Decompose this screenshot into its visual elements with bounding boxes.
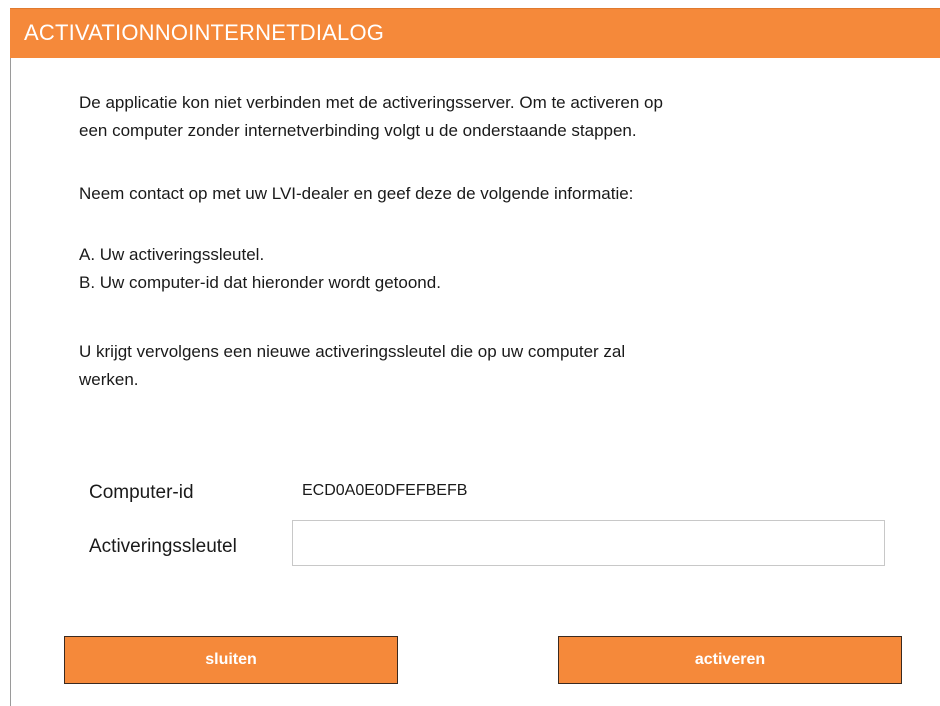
contact-text: Neem contact op met uw LVI-dealer en gee…	[79, 184, 634, 203]
computer-id-label: Computer-id	[89, 482, 194, 503]
instruction-item-a: A. Uw activeringssleutel.	[79, 245, 265, 264]
activation-dialog: ACTIVATIONNOINTERNETDIALOG De applicatie…	[0, 0, 940, 706]
close-button[interactable]: sluiten	[64, 636, 398, 684]
intro-line-1: De applicatie kon niet verbinden met de …	[79, 93, 663, 112]
result-line-2: werken.	[79, 370, 139, 389]
activate-button[interactable]: activeren	[558, 636, 902, 684]
dialog-left-border	[10, 58, 11, 706]
intro-text: De applicatie kon niet verbinden met de …	[79, 89, 879, 145]
computer-id-value: ECD0A0E0DFEFBEFB	[302, 482, 468, 499]
activation-key-input[interactable]	[292, 520, 885, 566]
result-line-1: U krijgt vervolgens een nieuwe activerin…	[79, 342, 626, 361]
activation-key-label: Activeringssleutel	[89, 536, 237, 557]
intro-line-2: een computer zonder internetverbinding v…	[79, 121, 637, 140]
dialog-title: ACTIVATIONNOINTERNETDIALOG	[24, 20, 385, 45]
dialog-titlebar: ACTIVATIONNOINTERNETDIALOG	[10, 8, 940, 58]
instruction-item-b: B. Uw computer-id dat hieronder wordt ge…	[79, 273, 441, 292]
result-text: U krijgt vervolgens een nieuwe activerin…	[79, 338, 879, 394]
